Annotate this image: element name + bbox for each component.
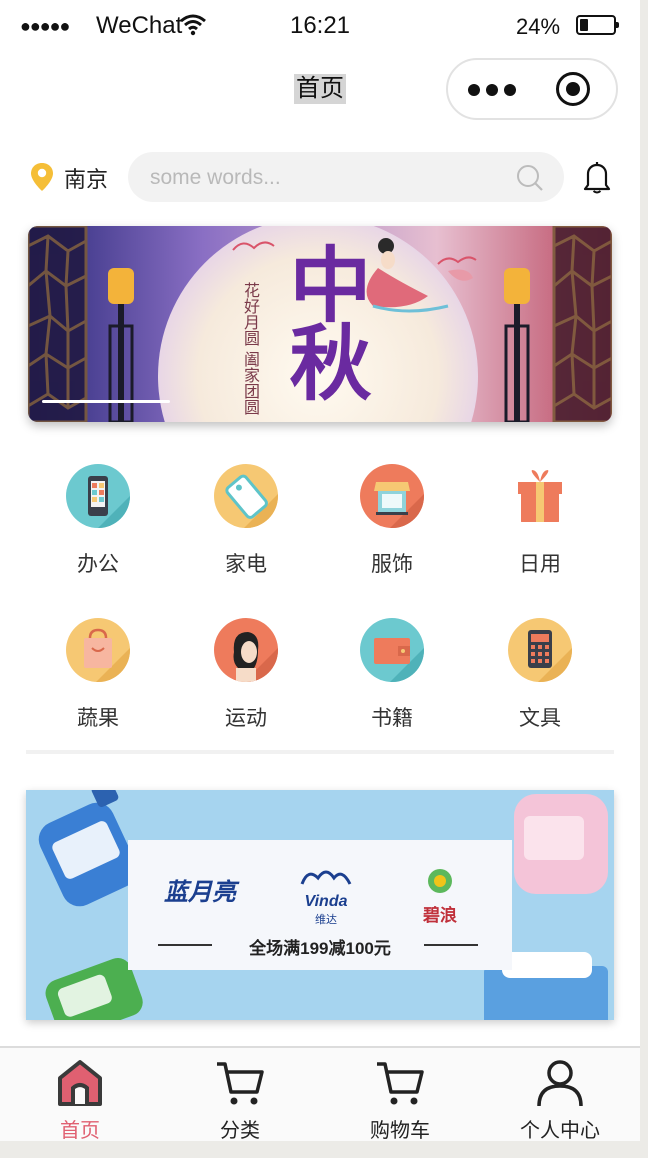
category-daily[interactable]: 日用	[480, 464, 600, 578]
category-sports[interactable]: 运动	[186, 618, 306, 732]
page-title: 首页	[294, 74, 346, 104]
category-label: 家电	[225, 553, 267, 576]
phone-icon	[66, 464, 130, 528]
battery-icon	[576, 15, 619, 35]
category-label: 日用	[519, 553, 561, 576]
category-label: 蔬果	[77, 707, 119, 730]
category-books[interactable]: 书籍	[332, 618, 452, 732]
bell-icon[interactable]	[582, 160, 612, 199]
brand-ariel-name: 碧浪	[423, 906, 457, 926]
category-produce[interactable]: 蔬果	[38, 618, 158, 732]
mini-program-capsule	[446, 58, 618, 120]
tab-label: 首页	[60, 1120, 100, 1141]
banner-poem-line: 花好月圆	[241, 282, 260, 346]
tab-label: 购物车	[370, 1120, 430, 1141]
vinda-wave-icon	[300, 870, 352, 885]
category-stationery[interactable]: 文具	[480, 618, 600, 732]
more-dot-icon	[468, 84, 480, 96]
search-bar[interactable]	[128, 152, 564, 204]
swiper-indicator	[42, 400, 170, 403]
promo-banner[interactable]: 蓝月亮 Vinda 维达 碧浪 全场满199减100元	[26, 790, 614, 1020]
calculator-icon	[508, 618, 572, 682]
category-label: 文具	[519, 707, 561, 730]
home-icon	[0, 1058, 160, 1110]
location-pin-icon[interactable]	[30, 162, 54, 197]
category-label: 办公	[77, 553, 119, 576]
brand-bluemoon-logo: 蓝月亮	[164, 878, 236, 906]
phone-screen: ●●●●● WeChat 16:21 24% 首页 南京 some words.…	[0, 0, 640, 1141]
ariel-star-icon	[428, 869, 452, 893]
promo-card: 蓝月亮 Vinda 维达 碧浪 全场满199减100元	[128, 840, 512, 970]
battery-percent: 24%	[516, 14, 561, 39]
brand-vinda-logo: Vinda 维达	[298, 866, 354, 927]
banner-poem: 花好月圆 阖家团圆	[240, 282, 260, 415]
slogan-rule	[424, 944, 478, 946]
tab-label: 分类	[220, 1120, 260, 1141]
category-appliance[interactable]: 家电	[186, 464, 306, 578]
cart-icon	[320, 1058, 480, 1110]
tab-profile[interactable]: 个人中心	[480, 1058, 640, 1141]
banner-title: 中秋	[275, 242, 371, 398]
promo-slogan: 全场满199减100元	[249, 939, 391, 958]
status-bar: ●●●●● WeChat 16:21 24%	[0, 0, 640, 52]
banner-poem-line: 阖家团圆	[241, 351, 260, 416]
city-selector[interactable]: 南京	[64, 162, 108, 194]
category-label: 运动	[225, 707, 267, 730]
more-dot-icon	[486, 84, 498, 96]
tab-category[interactable]: 分类	[160, 1058, 320, 1141]
close-miniprogram-button[interactable]	[556, 72, 590, 106]
brand-vinda-cn: 维达	[315, 914, 337, 926]
more-dot-icon	[504, 84, 516, 96]
more-button[interactable]	[468, 74, 520, 104]
search-icon[interactable]	[516, 164, 544, 197]
tag-icon	[214, 464, 278, 528]
tab-bar: 首页 分类 购物车 个人中心	[0, 1046, 640, 1141]
category-apparel[interactable]: 服饰	[332, 464, 452, 578]
section-divider	[26, 750, 614, 754]
bag-icon	[66, 618, 130, 682]
brand-ariel-logo: 碧浪	[420, 866, 460, 926]
category-office[interactable]: 办公	[38, 464, 158, 578]
search-input[interactable]	[148, 152, 512, 204]
tab-label: 个人中心	[520, 1120, 600, 1141]
brand-vinda-name: Vinda	[304, 893, 348, 910]
tab-home[interactable]: 首页	[0, 1058, 160, 1141]
category-label: 书籍	[371, 707, 413, 730]
user-icon	[480, 1058, 640, 1110]
shop-icon	[360, 464, 424, 528]
cart-icon	[160, 1058, 320, 1110]
category-label: 服饰	[371, 553, 413, 576]
mid-autumn-banner[interactable]: 花好月圆 阖家团圆 中秋	[28, 226, 612, 422]
wallet-icon	[360, 618, 424, 682]
gift-icon	[508, 464, 572, 528]
person-icon	[214, 618, 278, 682]
tab-cart[interactable]: 购物车	[320, 1058, 480, 1141]
